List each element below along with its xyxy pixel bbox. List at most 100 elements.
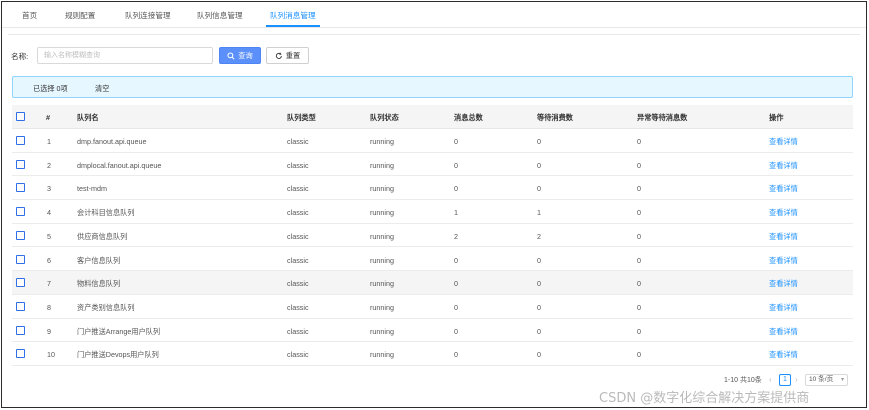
watermark: CSDN @数字化综合解决方案提供商: [599, 391, 810, 406]
queue-name-cell: 物料信息队列: [77, 279, 121, 289]
tab-queue-info[interactable]: 队列信息管理: [197, 10, 243, 21]
table-row[interactable]: 7 物料信息队列 classic running 0 0 0 查看详情: [12, 271, 853, 295]
pagination-total: 1-10 共10条: [724, 377, 762, 384]
view-details-link[interactable]: 查看详情: [769, 279, 798, 289]
table-row[interactable]: 8 资产类别信息队列 classic running 0 0 0 查看详情: [12, 295, 853, 319]
row-checkbox[interactable]: [16, 254, 25, 264]
column-header-waiting-messages: 等待消费数: [537, 113, 573, 122]
view-details-link[interactable]: 查看详情: [769, 256, 798, 266]
table-row[interactable]: 4 会计科目信息队列 classic running 1 1 0 查看详情: [12, 200, 853, 224]
row-checkbox[interactable]: [16, 325, 25, 335]
row-checkbox[interactable]: [16, 301, 25, 311]
queue-name-cell: dmp.fanout.api.queue: [77, 137, 147, 146]
pagination-prev-button[interactable]: ‹: [769, 375, 772, 384]
row-checkbox[interactable]: [16, 207, 25, 217]
total-messages-cell: 0: [454, 184, 458, 194]
queue-name-cell: 资产类别信息队列: [77, 302, 135, 312]
row-index: 2: [47, 160, 51, 170]
queue-type-cell: classic: [287, 160, 309, 170]
view-details-link[interactable]: 查看详情: [769, 350, 798, 360]
total-messages-cell: 2: [454, 231, 458, 241]
queue-status-cell: running: [370, 279, 394, 289]
view-details-link[interactable]: 查看详情: [769, 208, 798, 218]
queue-name-cell: 客户信息队列: [77, 255, 121, 265]
row-index: 10: [47, 350, 55, 360]
query-button[interactable]: 查询: [219, 47, 261, 64]
row-checkbox[interactable]: [16, 183, 25, 193]
row-index: 3: [47, 184, 51, 194]
error-waiting-cell: 0: [637, 137, 641, 146]
view-details-link[interactable]: 查看详情: [769, 303, 798, 313]
view-details-link[interactable]: 查看详情: [769, 327, 798, 337]
waiting-messages-cell: 0: [537, 326, 541, 336]
pagination-next-button[interactable]: ›: [795, 375, 798, 384]
reset-button-label: 重置: [285, 50, 301, 60]
tab-rule-config[interactable]: 规则配置: [65, 10, 95, 21]
row-index: 8: [47, 302, 51, 312]
row-index: 7: [47, 279, 51, 289]
select-all-checkbox[interactable]: [16, 112, 25, 121]
queue-type-cell: classic: [287, 137, 309, 146]
table-row[interactable]: 6 客户信息队列 classic running 0 0 0 查看详情: [12, 248, 853, 272]
queue-status-cell: running: [370, 302, 394, 312]
tab-home[interactable]: 首页: [22, 10, 37, 21]
row-index: 4: [47, 208, 51, 218]
queue-status-cell: running: [370, 208, 394, 218]
row-checkbox[interactable]: [16, 349, 25, 359]
chevron-down-icon: ▾: [840, 377, 844, 383]
row-checkbox[interactable]: [16, 278, 25, 288]
view-details-link[interactable]: 查看详情: [769, 137, 798, 147]
query-button-label: 查询: [238, 50, 253, 60]
total-messages-cell: 0: [454, 160, 458, 170]
queue-status-cell: running: [370, 137, 394, 146]
error-waiting-cell: 0: [637, 279, 641, 289]
total-messages-cell: 1: [454, 208, 458, 218]
total-messages-cell: 0: [454, 350, 458, 360]
error-waiting-cell: 0: [637, 231, 641, 241]
total-messages-cell: 0: [454, 255, 458, 265]
view-details-link[interactable]: 查看详情: [769, 161, 798, 171]
row-checkbox[interactable]: [16, 136, 25, 145]
error-waiting-cell: 0: [637, 350, 641, 360]
search-icon: [227, 51, 235, 60]
row-index: 6: [47, 255, 51, 265]
table-row[interactable]: 5 供应商信息队列 classic running 2 2 0 查看详情: [12, 224, 853, 248]
error-waiting-cell: 0: [637, 302, 641, 312]
tab-queue-connection[interactable]: 队列连接管理: [125, 10, 171, 21]
table-header: # 队列名 队列类型 队列状态 消息总数 等待消费数 异常等待消息数 操作: [12, 105, 853, 129]
queue-name-cell: 会计科目信息队列: [77, 208, 135, 218]
view-details-link[interactable]: 查看详情: [769, 184, 798, 194]
error-waiting-cell: 0: [637, 255, 641, 265]
waiting-messages-cell: 0: [537, 255, 541, 265]
view-details-link[interactable]: 查看详情: [769, 232, 798, 242]
waiting-messages-cell: 0: [537, 184, 541, 194]
table-row[interactable]: 1 dmp.fanout.api.queue classic running 0 0 0 查看…: [12, 129, 853, 153]
pagination-current-page[interactable]: 1: [779, 374, 791, 386]
queue-status-cell: running: [370, 326, 394, 336]
selection-alert: 已选择 0项 清空: [12, 76, 853, 98]
clear-selection-link[interactable]: 清空: [95, 84, 109, 94]
reset-icon: [275, 52, 282, 59]
page-size-select[interactable]: 10 条/页 ▾: [805, 374, 848, 386]
table-row[interactable]: 3 test-mdm classic running 0 0 0 查看详情: [12, 176, 853, 201]
queue-type-cell: classic: [287, 231, 309, 241]
column-header-index: #: [46, 113, 50, 122]
waiting-messages-cell: 0: [537, 279, 541, 289]
queue-name-cell: 供应商信息队列: [77, 231, 128, 241]
total-messages-cell: 0: [454, 279, 458, 289]
table-row[interactable]: 10 门户推送Devops用户队列 classic running 0 0 0 查看详情: [12, 342, 853, 366]
tab-queue-message[interactable]: 队列消息管理: [270, 10, 316, 21]
row-checkbox[interactable]: [16, 230, 25, 240]
reset-button[interactable]: 重置: [266, 47, 309, 64]
total-messages-cell: 0: [454, 302, 458, 312]
top-tabs: 首页 规则配置 队列连接管理 队列信息管理 队列消息管理: [2, 2, 866, 28]
queue-name-cell: 门户推送Devops用户队列: [77, 350, 159, 360]
queue-status-cell: running: [370, 255, 394, 265]
row-checkbox[interactable]: [16, 159, 25, 169]
queue-type-cell: classic: [287, 350, 309, 360]
table-row[interactable]: 2 dmplocal.fanout.api.queue classic running…: [12, 153, 853, 177]
panel-divider: [8, 34, 860, 35]
table-row[interactable]: 9 门户推送Arrange用户队列 classic running 0 0 0 查看详情: [12, 319, 853, 343]
search-input[interactable]: [37, 47, 213, 64]
active-tab-indicator: [266, 25, 320, 27]
